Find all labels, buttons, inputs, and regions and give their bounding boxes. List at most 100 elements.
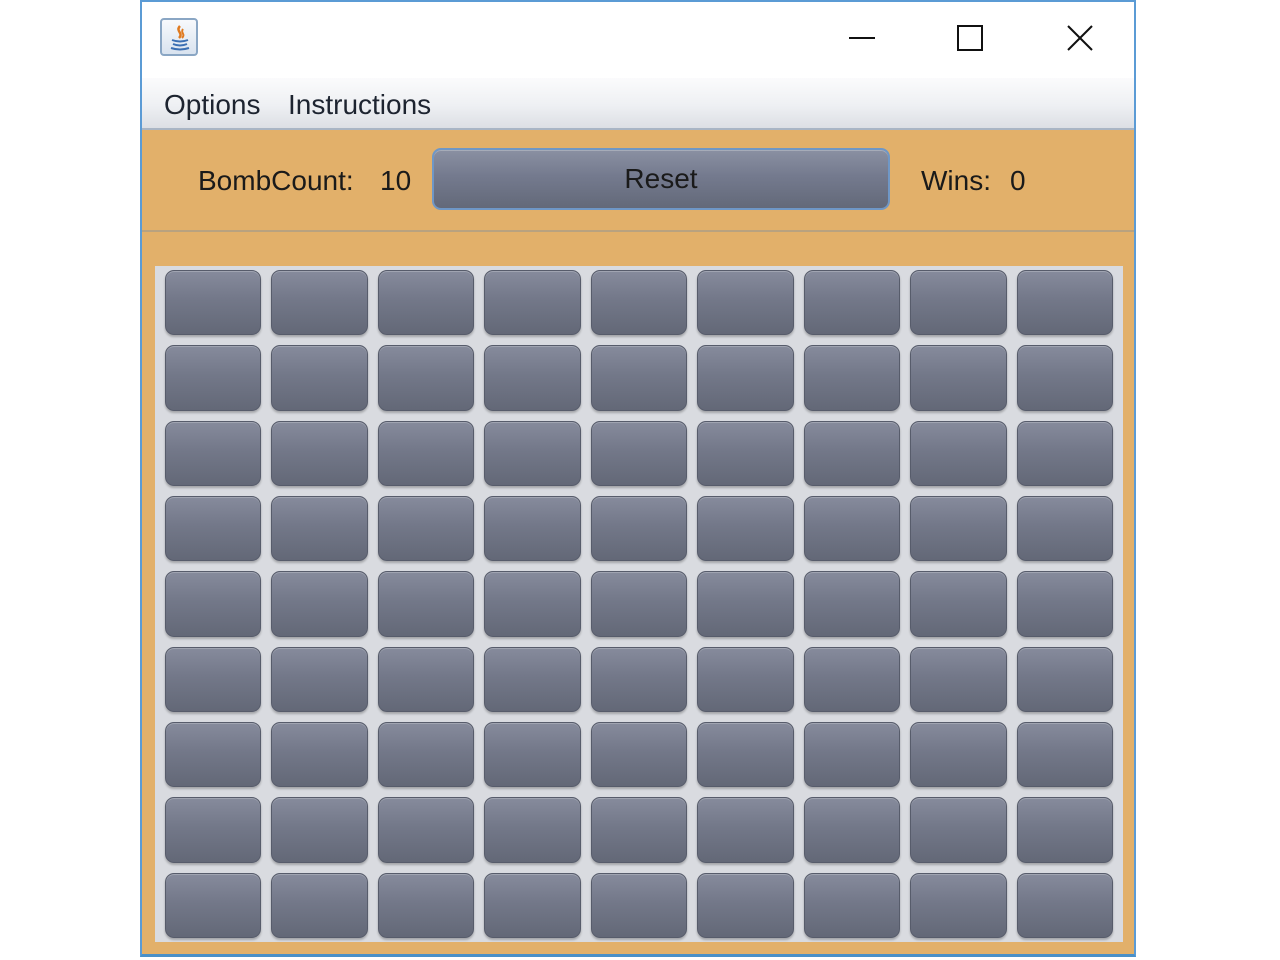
- grid-cell[interactable]: [590, 270, 688, 336]
- close-icon: [1067, 25, 1093, 51]
- grid-cell[interactable]: [484, 420, 581, 486]
- menu-bar: Options Instructions: [142, 78, 1134, 130]
- grid-cell[interactable]: [803, 646, 901, 712]
- grid-cell[interactable]: [271, 872, 368, 938]
- grid-cell[interactable]: [697, 872, 794, 938]
- grid-cell[interactable]: [590, 872, 688, 938]
- grid-cell[interactable]: [1016, 722, 1113, 788]
- grid-cell[interactable]: [271, 270, 368, 336]
- grid-cell[interactable]: [1016, 797, 1113, 863]
- wins-value: 0: [1010, 165, 1026, 196]
- grid-cell[interactable]: [271, 345, 368, 411]
- grid-cell[interactable]: [377, 646, 475, 712]
- grid-cell[interactable]: [165, 872, 262, 938]
- grid-cell[interactable]: [697, 420, 794, 486]
- grid-cell[interactable]: [165, 797, 262, 863]
- grid-cell[interactable]: [803, 270, 901, 336]
- close-button[interactable]: [1026, 2, 1134, 74]
- reset-button[interactable]: Reset: [432, 148, 890, 210]
- title-bar[interactable]: [142, 2, 1134, 78]
- grid-cell[interactable]: [1016, 646, 1113, 712]
- grid-cell[interactable]: [484, 496, 581, 562]
- grid-cell[interactable]: [1016, 420, 1113, 486]
- grid-cell[interactable]: [484, 872, 581, 938]
- grid-cell[interactable]: [165, 420, 262, 486]
- grid-cell[interactable]: [697, 722, 794, 788]
- java-icon: [160, 18, 198, 56]
- maximize-icon: [957, 25, 983, 51]
- grid-cell[interactable]: [803, 571, 901, 637]
- grid-cell[interactable]: [697, 797, 794, 863]
- grid-cell[interactable]: [590, 345, 688, 411]
- grid-cell[interactable]: [590, 722, 688, 788]
- game-window: Options Instructions BombCount: 10 Reset…: [140, 0, 1136, 957]
- grid-cell[interactable]: [910, 646, 1007, 712]
- grid-cell[interactable]: [697, 571, 794, 637]
- grid-cell[interactable]: [165, 496, 262, 562]
- grid-cell[interactable]: [1016, 496, 1113, 562]
- grid-cell[interactable]: [590, 797, 688, 863]
- maximize-button[interactable]: [916, 2, 1024, 74]
- grid-cell[interactable]: [910, 872, 1007, 938]
- grid-cell[interactable]: [377, 496, 475, 562]
- minimize-button[interactable]: [808, 2, 916, 74]
- grid-cell[interactable]: [165, 345, 262, 411]
- grid-cell[interactable]: [910, 797, 1007, 863]
- grid-cell[interactable]: [803, 722, 901, 788]
- grid-cell[interactable]: [165, 270, 262, 336]
- grid-cell[interactable]: [697, 345, 794, 411]
- grid-cell[interactable]: [377, 722, 475, 788]
- grid-cell[interactable]: [377, 270, 475, 336]
- grid-cell[interactable]: [590, 646, 688, 712]
- grid-cell[interactable]: [910, 270, 1007, 336]
- grid-cell[interactable]: [377, 571, 475, 637]
- grid-cell[interactable]: [484, 571, 581, 637]
- grid-cell[interactable]: [377, 420, 475, 486]
- grid-cell[interactable]: [484, 646, 581, 712]
- grid-cell[interactable]: [803, 345, 901, 411]
- grid-cell[interactable]: [803, 420, 901, 486]
- grid-cell[interactable]: [484, 270, 581, 336]
- grid-cell[interactable]: [484, 797, 581, 863]
- grid-cell[interactable]: [697, 270, 794, 336]
- grid-cell[interactable]: [910, 722, 1007, 788]
- grid-cell[interactable]: [165, 722, 262, 788]
- grid-cell[interactable]: [271, 797, 368, 863]
- grid-cell[interactable]: [271, 646, 368, 712]
- grid-cell[interactable]: [590, 420, 688, 486]
- grid-cell[interactable]: [910, 496, 1007, 562]
- grid-cell[interactable]: [590, 496, 688, 562]
- grid-cell[interactable]: [697, 496, 794, 562]
- grid-cell[interactable]: [377, 872, 475, 938]
- bomb-count-value: 10: [380, 165, 412, 196]
- grid-cell[interactable]: [271, 496, 368, 562]
- grid-cell[interactable]: [484, 345, 581, 411]
- grid-cell[interactable]: [803, 872, 901, 938]
- grid-cell[interactable]: [910, 345, 1007, 411]
- grid-cell[interactable]: [590, 571, 688, 637]
- menu-options[interactable]: Options: [164, 88, 261, 122]
- grid-cell[interactable]: [377, 797, 475, 863]
- grid-cell[interactable]: [910, 420, 1007, 486]
- grid-cell[interactable]: [377, 345, 475, 411]
- grid-cell[interactable]: [803, 496, 901, 562]
- wins-label: Wins:: [921, 165, 991, 196]
- grid-cell[interactable]: [1016, 270, 1113, 336]
- grid-cell[interactable]: [1016, 345, 1113, 411]
- menu-instructions[interactable]: Instructions: [288, 88, 431, 122]
- grid-cell[interactable]: [910, 571, 1007, 637]
- grid-cell[interactable]: [1016, 571, 1113, 637]
- grid-cell[interactable]: [1016, 872, 1113, 938]
- grid-cell[interactable]: [271, 571, 368, 637]
- grid-cell[interactable]: [803, 797, 901, 863]
- grid-cell[interactable]: [165, 571, 262, 637]
- grid-cell[interactable]: [271, 722, 368, 788]
- grid-cell[interactable]: [697, 646, 794, 712]
- status-panel: BombCount: 10 Reset Wins: 0: [142, 130, 1134, 232]
- grid-cell[interactable]: [484, 722, 581, 788]
- minimize-icon: [849, 37, 875, 39]
- bomb-count-label: BombCount:: [198, 165, 354, 196]
- grid-cell[interactable]: [271, 420, 368, 486]
- minefield-grid: [155, 266, 1123, 942]
- grid-cell[interactable]: [165, 646, 262, 712]
